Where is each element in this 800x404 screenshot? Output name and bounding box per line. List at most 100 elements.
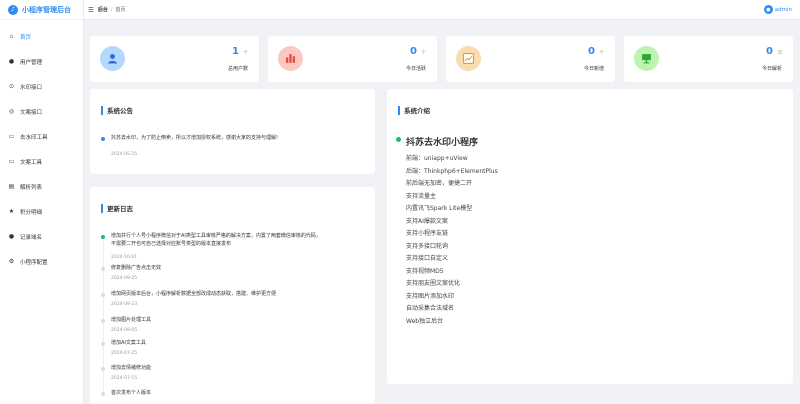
stat-card: 1 个 总用户数 (90, 36, 259, 82)
stat-value: 0 (410, 46, 417, 57)
stat-value: 1 (232, 46, 239, 57)
sidebar-item[interactable]: ⌂ 首页 (0, 24, 83, 49)
changelog-date: 2024-10-01 (111, 255, 138, 260)
timeline-dot (101, 137, 105, 141)
intro-feature: 支持接口自定义 (406, 255, 449, 262)
stat-unit: 个 (421, 51, 427, 56)
sidebar-item[interactable]: ⚙ 小程序配置 (0, 249, 83, 274)
changelog-text: 增加AI文案工具 (111, 340, 146, 346)
user-menu[interactable]: ● admin (763, 5, 792, 14)
timeline-dot (101, 367, 105, 371)
intro-feature: 支持多接口轮询 (406, 242, 449, 250)
user-icon: ● (8, 58, 15, 65)
sidebar-item[interactable]: ★ 积分明细 (0, 199, 83, 224)
announcement-text: 抖苏去水印，为了防止倒卖，所以才增加授权系统，感谢大家的支持与理解! (111, 135, 279, 141)
brand-title: 小程序管理后台 (22, 5, 71, 14)
user-icon (100, 46, 125, 71)
sidebar-item[interactable]: ▭ 去水印工具 (0, 124, 83, 149)
avatar: ● (763, 5, 773, 14)
intro-feature: 前端：uniapp+uView (406, 155, 468, 162)
timeline-dot (101, 342, 105, 346)
breadcrumb-current: 首页 (115, 7, 126, 13)
api-icon: ⊙ (8, 83, 15, 90)
sidebar-item-label: 用户管理 (20, 59, 43, 66)
sidebar-item-label: 文案接口 (20, 109, 43, 116)
changelog-date: 2024-07-15 (111, 376, 138, 381)
changelog-text: 增加网页版本后台，小程序解析数据全部改成动态获取，搭建、维护更方便 (111, 291, 277, 297)
intro-feature: 支持图片添加水印 (406, 292, 455, 300)
brand[interactable]: ♪ 小程序管理后台 (0, 0, 83, 20)
intro-panel: 系统介绍 抖苏去水印小程序 前端：uniapp+uView 后端：Thinkphp… (387, 89, 793, 384)
timeline-dot (101, 319, 105, 323)
sidebar-item[interactable]: ⊙ 水印接口 (0, 74, 83, 99)
intro-feature: 支持视频MD5 (406, 267, 444, 275)
changelog-date: 2024-07-25 (111, 351, 138, 356)
list-icon: ▤ (8, 183, 15, 190)
breadcrumb-separator: / (110, 6, 113, 13)
intro-feature: 支持AI爆款文案 (406, 217, 448, 225)
stat-unit: 个 (243, 51, 249, 56)
changelog-text: 首次发布个人版本 (111, 390, 152, 396)
stat-label: 总用户数 (227, 66, 248, 72)
sidebar-menu: ⌂ 首页 ● 用户管理 ⊙ 水印接口 ◎ 文案接口 ▭ 去水印工具 ▭ 文案工具 ▤ 解析列… (0, 20, 83, 274)
announcement-panel: 系统公告 抖苏去水印，为了防止倒卖，所以才增加授权系统，感谢大家的支持与理解! … (90, 89, 375, 174)
stat-unit: 次 (777, 51, 783, 56)
monitor-icon (634, 46, 659, 71)
sidebar-item[interactable]: ▤ 解析列表 (0, 174, 83, 199)
document-icon: ◎ (8, 108, 15, 115)
intro-name: 抖苏去水印小程序 (406, 138, 479, 148)
trend-icon (456, 46, 481, 71)
sidebar-item-label: 水印接口 (20, 84, 43, 91)
sidebar-item-label: 去水印工具 (20, 134, 48, 141)
panel-title: 系统公告 (101, 105, 133, 115)
sidebar-item-label: 文案工具 (20, 159, 43, 166)
intro-feature: 后端：Thinkphp6+ElementPlus (406, 167, 498, 175)
sidebar: ♪ 小程序管理后台 ⌂ 首页 ● 用户管理 ⊙ 水印接口 ◎ 文案接口 ▭ 去水印工具 ▭… (0, 0, 84, 404)
timeline-dot (396, 137, 401, 142)
timeline-dot (101, 392, 105, 396)
sidebar-item-label: 记录域名 (20, 234, 43, 241)
menu-toggle-icon[interactable]: ☰ (88, 6, 94, 14)
breadcrumb: 后台 / 首页 (98, 6, 126, 14)
changelog-panel: 更新日志 增加并行个人号小程序微信对于AI类型工具审核严格的解决方案，内置了两套… (90, 187, 375, 404)
breadcrumb-root[interactable]: 后台 (98, 6, 108, 13)
changelog-text: 增加并行个人号小程序微信对于AI类型工具审核严格的解决方案，内置了两套微信审核的… (111, 233, 321, 247)
intro-feature: 自动采集合法域名 (406, 305, 455, 312)
intro-feature: Web独立后台 (406, 317, 444, 325)
sidebar-item[interactable]: ▭ 文案工具 (0, 149, 83, 174)
settings-icon: ⚙ (8, 258, 15, 265)
announcement-date: 2024-05-25 (111, 152, 138, 157)
intro-feature: 支持流量主 (406, 192, 437, 200)
timeline-dot (101, 267, 105, 271)
timeline-dot (101, 235, 105, 239)
copy-icon: ▭ (8, 158, 15, 165)
home-icon: ⌂ (9, 33, 14, 40)
stat-label: 今日解析 (761, 66, 782, 72)
changelog-text: 修复删除广告点击无效 (111, 265, 162, 271)
intro-feature: 支持朋友圈文案优化 (406, 280, 461, 287)
intro-feature: 前后端无加密，便捷二开 (406, 180, 473, 187)
panel-title: 更新日志 (101, 203, 133, 213)
changelog-date: 2024-08-05 (111, 328, 138, 333)
panel-title: 系统介绍 (398, 105, 430, 115)
sidebar-item[interactable]: ● 用户管理 (0, 49, 83, 74)
changelog-text: 增加图片处理工具 (111, 317, 152, 323)
stat-unit: 个 (599, 51, 605, 56)
star-icon: ★ (8, 208, 15, 215)
domain-icon: ● (8, 233, 15, 240)
sidebar-item-label: 积分明细 (20, 209, 43, 216)
sidebar-item[interactable]: ● 记录域名 (0, 224, 83, 249)
bar-chart-icon (278, 46, 303, 71)
stat-card: 0 个 今日新增 (446, 36, 615, 82)
stat-value: 0 (766, 46, 773, 57)
sidebar-item[interactable]: ◎ 文案接口 (0, 99, 83, 124)
stat-card: 0 次 今日解析 (624, 36, 793, 82)
topbar: ☰ 后台 / 首页 ● admin (84, 0, 800, 20)
sidebar-item-label: 首页 (20, 34, 32, 41)
username: admin (774, 6, 792, 13)
intro-feature: 内置讯飞Spark Lite模型 (406, 205, 473, 212)
changelog-date: 2024-09-25 (111, 276, 138, 281)
logo-icon: ♪ (8, 4, 18, 15)
stat-label: 今日活跃 (405, 66, 426, 72)
timeline-dot (101, 293, 105, 297)
